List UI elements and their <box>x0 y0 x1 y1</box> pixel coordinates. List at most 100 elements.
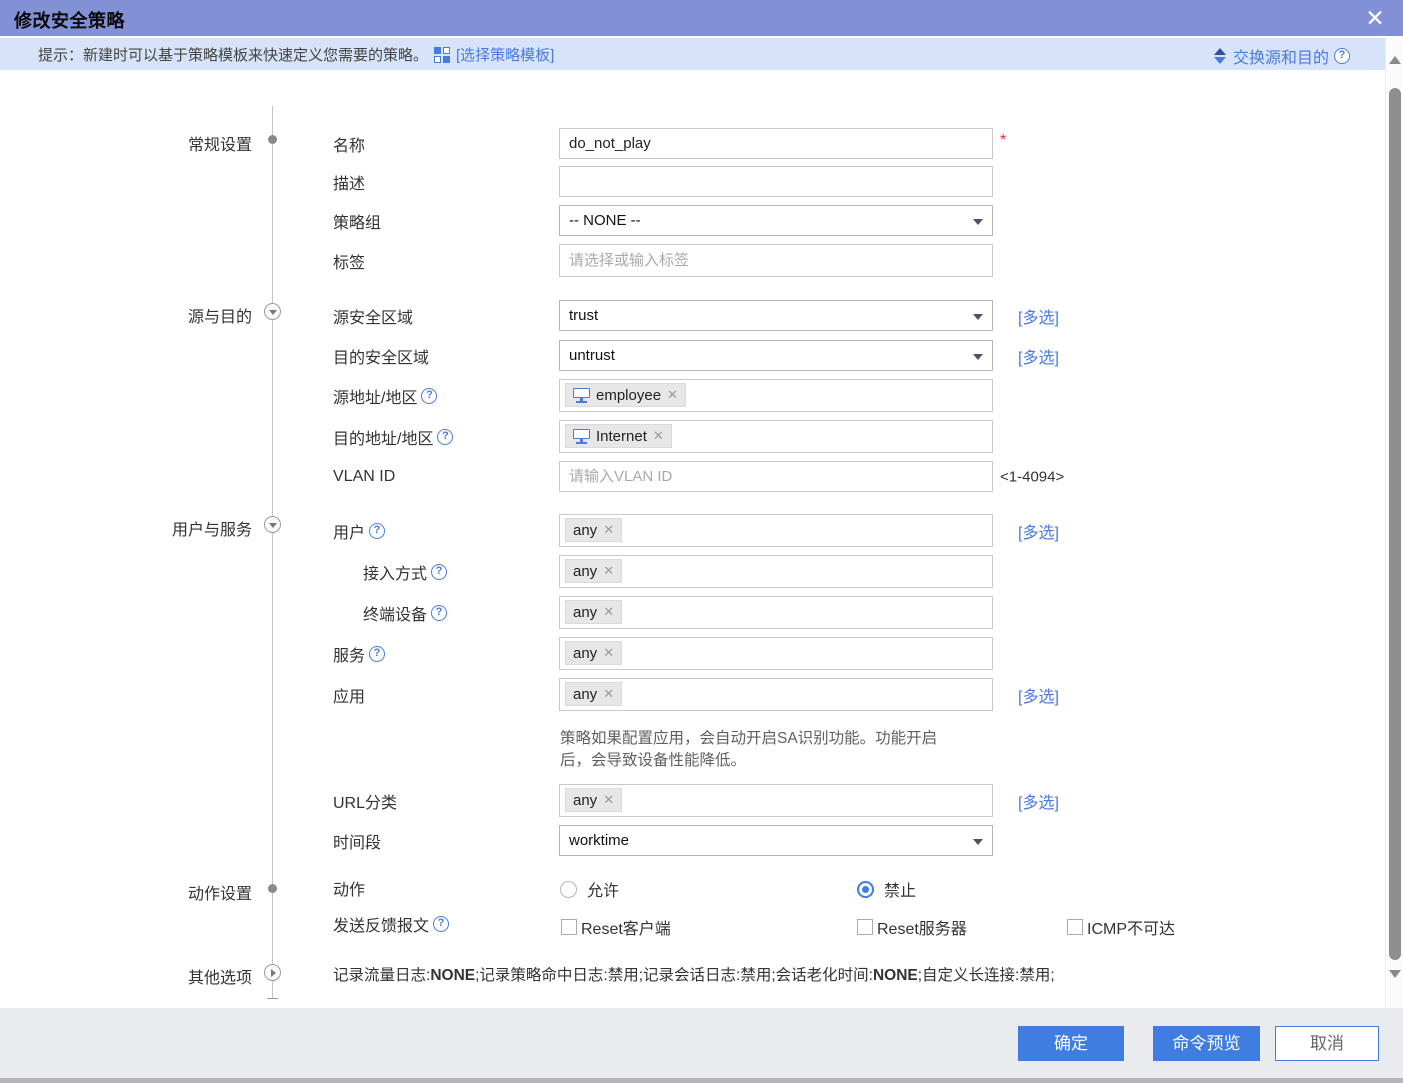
terminal-input[interactable]: any <box>559 596 993 629</box>
section-rail-end-cap <box>267 998 278 999</box>
swap-arrows-icon <box>1213 48 1228 64</box>
swap-source-destination-link[interactable]: 交换源和目的 <box>1233 44 1329 68</box>
row-application: 应用 any [多选] <box>0 678 1385 711</box>
chip-label: any <box>573 563 597 580</box>
time-range-select[interactable]: worktime <box>559 825 993 856</box>
close-icon[interactable]: ✕ <box>1361 4 1389 32</box>
cancel-button[interactable]: 取消 <box>1275 1026 1379 1061</box>
row-access-mode: 接入方式 any <box>0 555 1385 588</box>
row-vlan: VLAN ID <1-4094> <box>0 461 1385 492</box>
swap-help-icon[interactable] <box>1334 48 1350 64</box>
chip-remove-icon[interactable] <box>603 604 614 620</box>
chip-remove-icon[interactable] <box>603 792 614 808</box>
icmp-unreachable-label: ICMP不可达 <box>1087 915 1175 939</box>
row-terminal: 终端设备 any <box>0 596 1385 629</box>
reset-server-checkbox[interactable]: Reset服务器 <box>857 915 967 939</box>
chevron-down-icon <box>973 354 983 360</box>
hint-bar: 提示：新建时可以基于策略模板来快速定义您需要的策略。 [选择策略模板] 交换源和… <box>0 38 1385 70</box>
source-zone-select[interactable]: trust <box>559 300 993 331</box>
row-tags: 标签 <box>0 244 1385 277</box>
row-service: 服务 any <box>0 637 1385 670</box>
host-monitor-icon <box>573 388 590 403</box>
source-address-input[interactable]: employee <box>559 379 993 412</box>
host-monitor-icon <box>573 429 590 444</box>
time-range-value: worktime <box>569 832 629 849</box>
icmp-unreachable-checkbox[interactable]: ICMP不可达 <box>1067 915 1175 939</box>
dest-address-input[interactable]: Internet <box>559 420 993 453</box>
terminal-label: 终端设备 <box>363 601 427 625</box>
application-note-line2: 后，会导致设备性能降低。 <box>560 748 746 770</box>
checkbox-box <box>561 919 577 935</box>
row-dest-zone: 目的安全区域 untrust [多选] <box>0 340 1385 371</box>
window-bottom-border <box>0 1078 1403 1083</box>
chip-remove-icon[interactable] <box>653 428 664 444</box>
url-category-multiselect-link[interactable]: [多选] <box>1018 789 1059 813</box>
access-mode-help-icon[interactable] <box>431 564 447 580</box>
tags-input[interactable] <box>559 244 993 277</box>
scrollbar-thumb[interactable] <box>1389 88 1401 960</box>
source-address-chip: employee <box>565 383 686 407</box>
policy-group-select[interactable]: -- NONE -- <box>559 205 993 236</box>
time-range-label: 时间段 <box>333 829 381 853</box>
chip-remove-icon[interactable] <box>667 387 678 403</box>
application-multiselect-link[interactable]: [多选] <box>1018 683 1059 707</box>
dest-address-help-icon[interactable] <box>437 429 453 445</box>
scroll-up-icon[interactable] <box>1389 54 1401 66</box>
service-chip: any <box>565 641 622 665</box>
name-input[interactable] <box>559 128 993 159</box>
feedback-label: 发送反馈报文 <box>333 912 429 936</box>
action-deny-radio[interactable]: 禁止 <box>857 877 916 901</box>
row-description: 描述 <box>0 166 1385 197</box>
service-help-icon[interactable] <box>369 646 385 662</box>
row-time-range: 时间段 worktime <box>0 825 1385 856</box>
select-policy-template-link[interactable]: [选择策略模板] <box>456 44 554 65</box>
section-rail-line <box>272 106 273 998</box>
chip-remove-icon[interactable] <box>603 563 614 579</box>
chip-remove-icon[interactable] <box>603 645 614 661</box>
description-label: 描述 <box>333 170 365 194</box>
template-grid-icon <box>434 47 450 63</box>
reset-client-label: Reset客户端 <box>581 915 671 939</box>
row-name: 名称 * <box>0 128 1385 159</box>
reset-client-checkbox[interactable]: Reset客户端 <box>561 915 671 939</box>
description-input[interactable] <box>559 166 993 197</box>
scroll-down-icon[interactable] <box>1389 968 1401 980</box>
url-category-input[interactable]: any <box>559 784 993 817</box>
user-multiselect-link[interactable]: [多选] <box>1018 519 1059 543</box>
vlan-input[interactable] <box>559 461 993 492</box>
chip-label: any <box>573 686 597 703</box>
dest-zone-select[interactable]: untrust <box>559 340 993 371</box>
source-address-help-icon[interactable] <box>421 388 437 404</box>
service-input[interactable]: any <box>559 637 993 670</box>
source-zone-multiselect-link[interactable]: [多选] <box>1018 304 1059 328</box>
row-other-options: 记录流量日志:NONE;记录策略命中日志:禁用;记录会话日志:禁用;会话老化时间… <box>0 963 1385 983</box>
chip-remove-icon[interactable] <box>603 522 614 538</box>
user-chip: any <box>565 518 622 542</box>
user-help-icon[interactable] <box>369 523 385 539</box>
chevron-down-icon <box>973 839 983 845</box>
checkbox-box <box>857 919 873 935</box>
chevron-down-icon <box>973 219 983 225</box>
action-allow-radio[interactable]: 允许 <box>560 877 619 901</box>
application-input[interactable]: any <box>559 678 993 711</box>
chip-label: Internet <box>596 428 647 445</box>
application-chip: any <box>565 682 622 706</box>
ok-button[interactable]: 确定 <box>1018 1026 1124 1061</box>
row-source-zone: 源安全区域 trust [多选] <box>0 300 1385 331</box>
name-label: 名称 <box>333 132 365 156</box>
dest-zone-multiselect-link[interactable]: [多选] <box>1018 344 1059 368</box>
access-mode-chip: any <box>565 559 622 583</box>
terminal-help-icon[interactable] <box>431 605 447 621</box>
modify-security-policy-dialog: 修改安全策略 ✕ 提示：新建时可以基于策略模板来快速定义您需要的策略。 [选择策… <box>0 0 1403 1083</box>
application-note-line1: 策略如果配置应用，会自动开启SA识别功能。功能开启 <box>560 726 937 748</box>
row-dest-address: 目的地址/地区 Internet <box>0 420 1385 453</box>
access-mode-input[interactable]: any <box>559 555 993 588</box>
terminal-chip: any <box>565 600 622 624</box>
chip-remove-icon[interactable] <box>603 686 614 702</box>
user-input[interactable]: any <box>559 514 993 547</box>
row-feedback: 发送反馈报文 Reset客户端 Reset服务器 ICMP不可达 <box>0 912 1385 936</box>
url-category-label: URL分类 <box>333 789 397 813</box>
command-preview-button[interactable]: 命令预览 <box>1153 1026 1260 1061</box>
feedback-help-icon[interactable] <box>433 916 449 932</box>
dialog-title: 修改安全策略 <box>14 7 125 33</box>
